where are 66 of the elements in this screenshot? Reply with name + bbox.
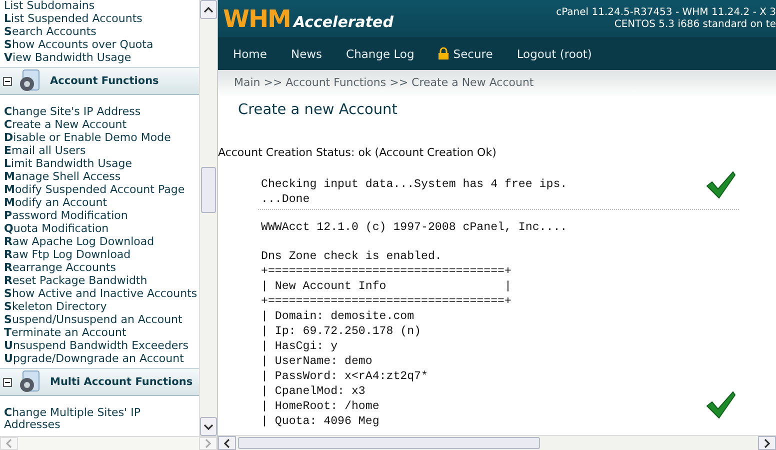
collapse-icon[interactable] bbox=[3, 378, 12, 386]
nav-link[interactable]: Secure bbox=[438, 46, 493, 60]
sidebar-link[interactable]: Show Accounts over Quota bbox=[4, 38, 200, 51]
breadcrumb: Main >> Account Functions >> Create a New Account bbox=[218, 70, 776, 96]
section-header[interactable]: Account Functions bbox=[0, 67, 200, 95]
scrollbar-thumb[interactable] bbox=[201, 167, 216, 213]
sidebar-link[interactable]: Create a New Account bbox=[4, 118, 200, 131]
checkmark-icon bbox=[706, 391, 736, 419]
nav-link[interactable]: Logout (root) bbox=[516, 46, 592, 60]
scrollbar-thumb[interactable] bbox=[238, 437, 540, 449]
sidebar-link[interactable]: Upgrade/Downgrade an Account bbox=[4, 352, 200, 365]
sidebar-link[interactable]: Password Modification bbox=[4, 209, 200, 222]
sidebar-link[interactable]: Change Multiple Sites' IP Addresses bbox=[4, 407, 200, 431]
sidebar-link[interactable]: Limit Bandwidth Usage bbox=[4, 157, 200, 170]
sidebar-link[interactable]: Raw Apache Log Download bbox=[4, 235, 200, 248]
output-line: WWWAcct 12.1.0 (c) 1997-2008 cPanel, Inc.... bbox=[261, 221, 568, 234]
horizontal-scrollbar[interactable] bbox=[218, 435, 776, 450]
collapse-icon[interactable] bbox=[3, 76, 12, 86]
version-text: cPanel 11.24.5-R37453 - WHM 11.24.2 - X 3 bbox=[556, 6, 776, 18]
output-line: ...Done bbox=[261, 193, 310, 206]
output-line: Checking input data...System has 4 free ips. bbox=[261, 178, 568, 191]
sidebar-link[interactable]: Rearrange Accounts bbox=[4, 261, 200, 274]
output-line: | CpanelMod: x3 bbox=[261, 385, 366, 398]
version-text: CENTOS 5.3 i686 standard on te bbox=[613, 18, 776, 30]
sidebar-link[interactable]: List Subdomains bbox=[4, 0, 200, 12]
sidebar-link[interactable]: Disable or Enable Demo Mode bbox=[4, 131, 200, 144]
sidebar-link[interactable]: List Suspended Accounts bbox=[4, 12, 200, 25]
output-line: +==================================+ bbox=[261, 265, 512, 278]
output-line: | New Account Info | bbox=[261, 280, 512, 293]
output-line: | Domain: demosite.com bbox=[261, 310, 414, 323]
sidebar-link[interactable]: Modify Suspended Account Page bbox=[4, 183, 200, 196]
checkmark-icon bbox=[706, 171, 736, 199]
sidebar-link[interactable]: Skeleton Directory bbox=[4, 300, 200, 313]
sidebar-link[interactable]: Suspend/Unsuspend an Account bbox=[4, 313, 200, 326]
nav-link[interactable]: Change Log bbox=[346, 46, 414, 60]
output-line: | HomeRoot: /home bbox=[261, 400, 380, 413]
horizontal-scrollbar[interactable] bbox=[0, 436, 217, 450]
sidebar-link[interactable]: View Bandwidth Usage bbox=[4, 51, 200, 64]
output-line: | Ip: 69.72.250.178 (n) bbox=[261, 325, 422, 338]
output-line: +==================================+ bbox=[261, 295, 512, 308]
sidebar-link[interactable]: Unsuspend Bandwidth Exceeders bbox=[4, 339, 200, 352]
output-line: | HasCgi: y bbox=[261, 340, 338, 353]
section-title: Multi Account Functions bbox=[50, 376, 193, 388]
sidebar-link[interactable]: Reset Package Bandwidth bbox=[4, 274, 200, 287]
sidebar-link[interactable]: Email all Users bbox=[4, 144, 200, 157]
output-line: | UserName: demo bbox=[261, 355, 372, 368]
nav-link[interactable]: Home bbox=[233, 46, 267, 60]
sidebar-link[interactable]: Raw Ftp Log Download bbox=[4, 248, 200, 261]
sidebar-link[interactable]: Manage Shell Access bbox=[4, 170, 200, 183]
sidebar-link[interactable]: Show Active and Inactive Accounts bbox=[4, 287, 200, 300]
sidebar-link[interactable]: Change Site's IP Address bbox=[4, 106, 200, 118]
output-line: Dns Zone check is enabled. bbox=[261, 250, 442, 263]
page-title: Create a new Account bbox=[237, 101, 398, 120]
nav-link[interactable]: News bbox=[290, 46, 322, 60]
logo: WHMAccelerated bbox=[222, 4, 394, 32]
sidebar-link[interactable]: Search Accounts bbox=[4, 25, 200, 38]
output-line: | PassWord: x<rA4:zt2q7* bbox=[261, 370, 428, 383]
sidebar-link[interactable]: Quota Modification bbox=[4, 222, 200, 235]
lock-icon bbox=[438, 47, 450, 60]
vertical-scrollbar[interactable] bbox=[199, 0, 217, 436]
status-text: Account Creation Status: ok (Account Creation Ok) bbox=[218, 146, 498, 159]
sidebar-link[interactable]: Modify an Account bbox=[4, 196, 200, 209]
output-line: | Quota: 4096 Meg bbox=[261, 415, 380, 428]
section-title: Account Functions bbox=[50, 75, 159, 87]
section-header[interactable]: Multi Account Functions bbox=[0, 368, 200, 396]
sidebar-link[interactable]: Terminate an Account bbox=[4, 326, 200, 339]
